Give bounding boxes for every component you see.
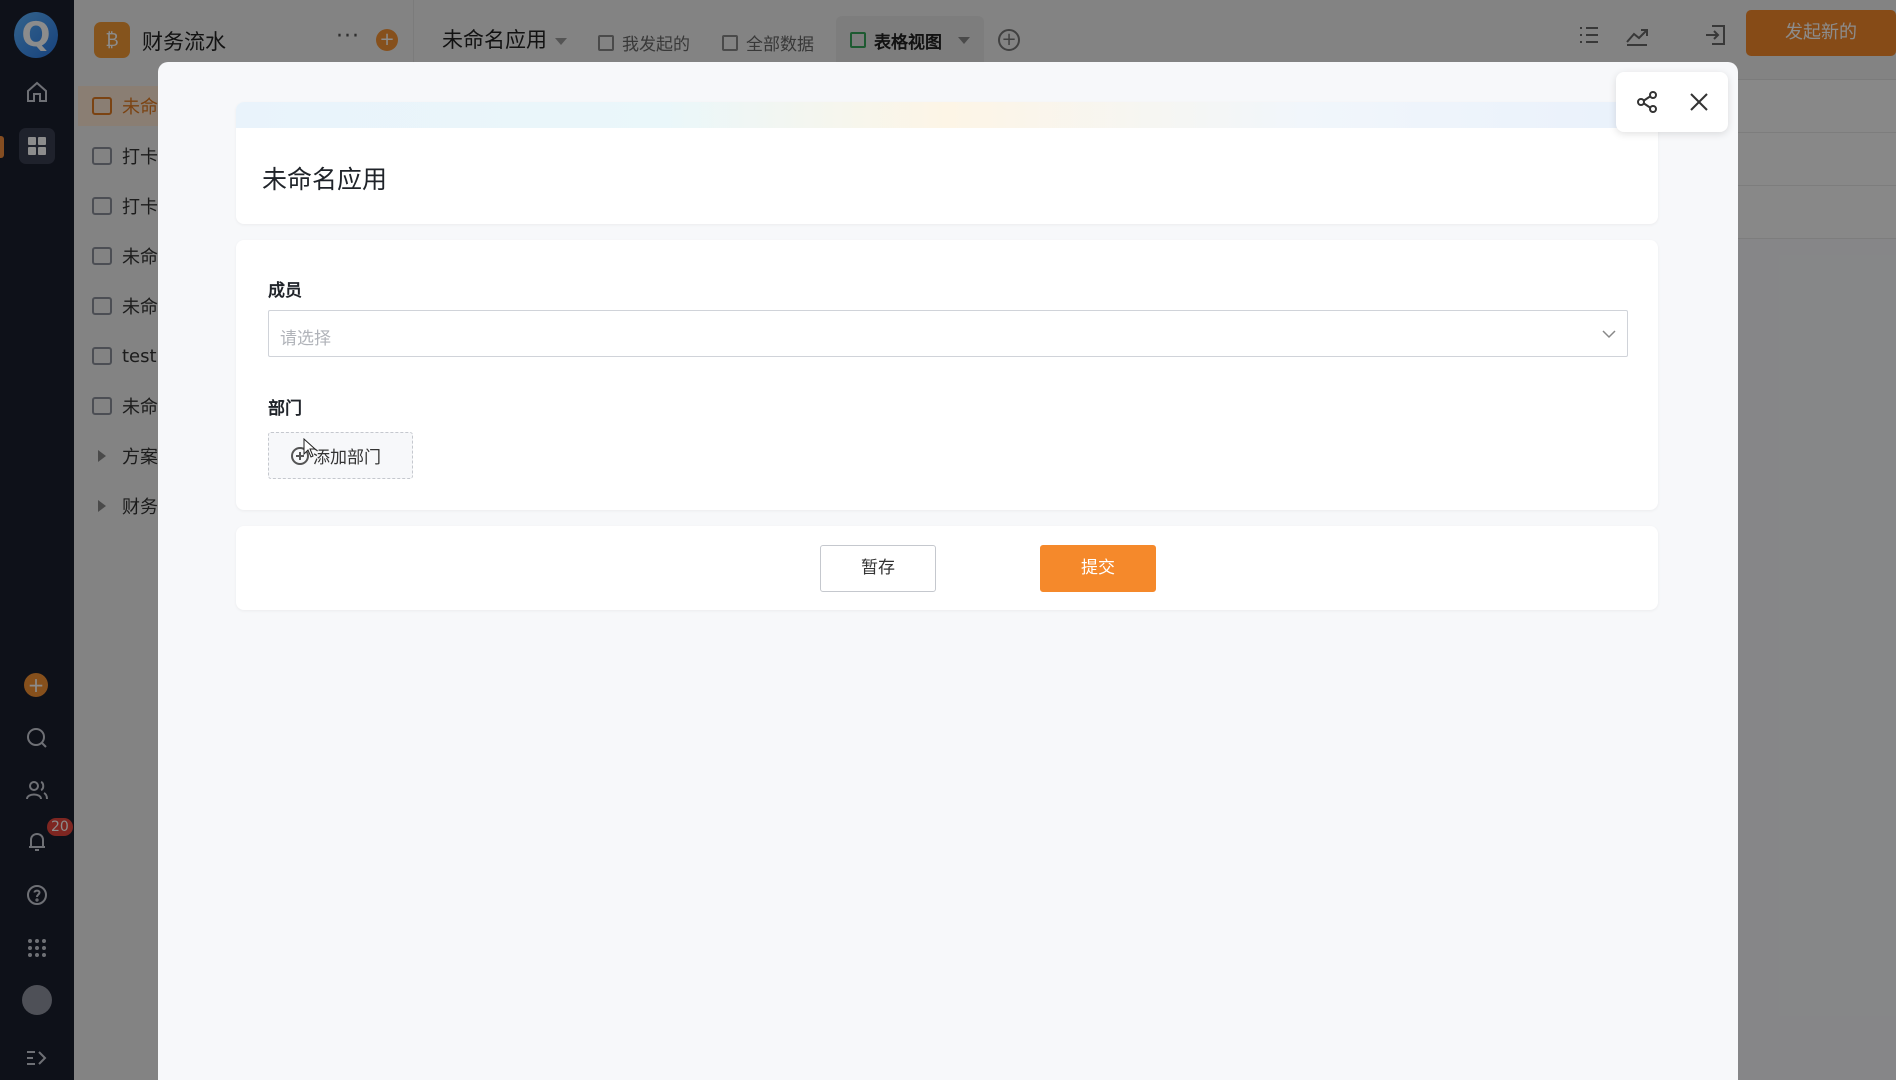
share-icon[interactable] xyxy=(1634,89,1660,115)
modal-toolbar xyxy=(1616,72,1728,132)
submit-button[interactable]: 提交 xyxy=(1040,545,1156,592)
header-gradient xyxy=(236,102,1658,128)
form-actions-card: 暂存 提交 xyxy=(236,526,1658,610)
save-draft-button[interactable]: 暂存 xyxy=(820,545,936,592)
department-label: 部门 xyxy=(268,399,302,419)
add-department-button[interactable]: 添加部门 xyxy=(268,432,413,479)
chevron-down-icon xyxy=(1602,330,1616,339)
form-modal: 未命名应用 成员 请选择 部门 添加部门 暂存 提交 xyxy=(158,62,1738,1080)
form-title: 未命名应用 xyxy=(262,165,388,194)
close-icon[interactable] xyxy=(1686,89,1712,115)
member-placeholder: 请选择 xyxy=(280,329,331,349)
form-header-card: 未命名应用 xyxy=(236,102,1658,224)
member-label: 成员 xyxy=(268,281,302,301)
member-select[interactable]: 请选择 xyxy=(268,310,1628,357)
form-fields-card: 成员 请选择 部门 添加部门 xyxy=(236,240,1658,510)
mouse-cursor-icon xyxy=(303,438,317,458)
